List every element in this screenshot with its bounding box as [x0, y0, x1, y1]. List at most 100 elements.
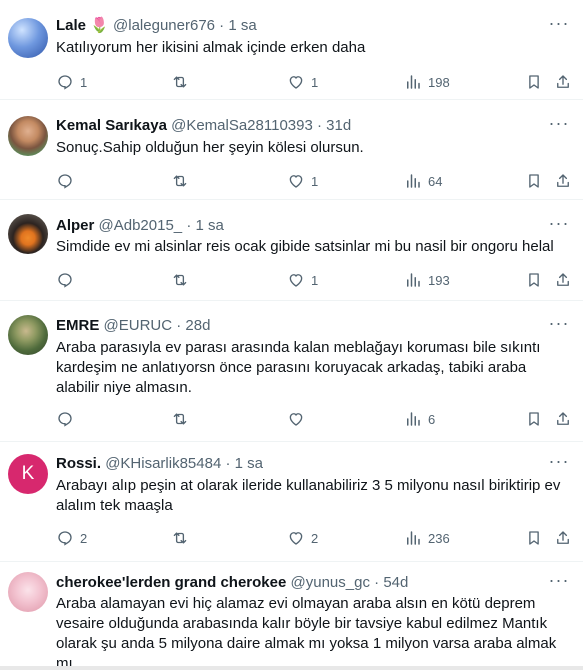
timestamp[interactable]: 28d — [185, 317, 210, 334]
timestamp[interactable]: 1 sa — [196, 217, 224, 234]
display-name[interactable]: Kemal Sarıkaya — [56, 117, 167, 134]
share-button[interactable] — [554, 527, 572, 549]
handle[interactable]: @yunus_gc — [291, 574, 370, 591]
reply-icon — [58, 75, 72, 90]
timestamp[interactable]: 54d — [383, 574, 408, 591]
display-name[interactable]: Lale 🌷 — [56, 17, 109, 34]
timestamp[interactable]: 31d — [326, 117, 351, 134]
share-icon — [557, 75, 569, 88]
display-name[interactable]: Alper — [56, 217, 94, 234]
bookmark-icon — [529, 75, 539, 89]
views-button[interactable]: 198 — [404, 71, 450, 93]
views-count: 6 — [428, 411, 436, 427]
action-bar: 1 1 198 — [52, 71, 577, 93]
more-icon[interactable]: ··· — [547, 314, 571, 336]
retweet-button[interactable] — [171, 527, 195, 549]
more-icon[interactable]: ··· — [547, 571, 571, 593]
action-bar: 6 — [52, 408, 577, 430]
views-count: 193 — [428, 272, 450, 288]
bookmark-button[interactable] — [525, 269, 543, 291]
tweet-header: cherokee'lerden grand cherokee @yunus_gc… — [56, 573, 543, 593]
like-count: 1 — [311, 173, 319, 189]
like-button[interactable]: 1 — [287, 170, 318, 192]
tweet-text: Araba parasıyla ev parası arasında kalan… — [56, 339, 541, 396]
retweet-icon — [173, 413, 187, 425]
timestamp[interactable]: 1 sa — [235, 455, 263, 472]
handle[interactable]: @KemalSa28110393 — [171, 117, 313, 134]
tweet-header: Kemal Sarıkaya @KemalSa28110393 · 31d — [56, 116, 543, 136]
reply-button[interactable]: 2 — [56, 527, 87, 549]
like-button[interactable]: 1 — [287, 269, 318, 291]
tweet[interactable]: K Rossi. @KHisarlik85484 · 1 sa ··· Arab… — [0, 442, 583, 562]
bookmark-icon — [529, 412, 539, 426]
share-icon — [557, 273, 569, 286]
separator-dot: · — [176, 317, 182, 334]
retweet-button[interactable] — [171, 170, 195, 192]
share-button[interactable] — [554, 408, 572, 430]
bookmark-icon — [529, 273, 539, 287]
like-button[interactable] — [287, 408, 311, 430]
like-count: 1 — [311, 272, 319, 288]
avatar[interactable]: K — [8, 454, 48, 494]
views-button[interactable]: 236 — [404, 527, 450, 549]
share-button[interactable] — [554, 269, 572, 291]
separator-dot: · — [374, 574, 380, 591]
views-button[interactable]: 6 — [404, 408, 435, 430]
reply-button[interactable] — [56, 269, 80, 291]
tweet[interactable]: Kemal Sarıkaya @KemalSa28110393 · 31d ··… — [0, 100, 583, 200]
display-name[interactable]: cherokee'lerden grand cherokee — [56, 574, 286, 591]
action-bar: 2 2 236 — [52, 527, 577, 549]
views-count: 64 — [428, 173, 443, 189]
tweet-header: EMRE @EURUC · 28d — [56, 316, 543, 336]
avatar[interactable] — [8, 18, 48, 58]
share-button[interactable] — [554, 71, 572, 93]
views-button[interactable]: 64 — [404, 170, 442, 192]
reply-button[interactable] — [56, 408, 80, 430]
bookmark-button[interactable] — [525, 408, 543, 430]
tweet-text: Sonuç.Sahip olduğun her şeyin kölesi olu… — [56, 139, 364, 156]
tweet-text: Katılıyorum her ikisini almak içinde erk… — [56, 39, 366, 56]
more-icon[interactable]: ··· — [547, 14, 571, 36]
views-icon — [407, 273, 420, 287]
share-icon — [557, 412, 569, 425]
avatar[interactable] — [8, 116, 48, 156]
like-icon — [289, 175, 303, 188]
more-icon[interactable]: ··· — [547, 214, 571, 236]
handle[interactable]: @Adb2015_ — [99, 217, 183, 234]
reply-count: 1 — [80, 74, 88, 90]
more-icon[interactable]: ··· — [547, 114, 571, 136]
retweet-button[interactable] — [171, 71, 195, 93]
share-button[interactable] — [554, 170, 572, 192]
reply-count: 2 — [80, 530, 88, 546]
reply-button[interactable]: 1 — [56, 71, 87, 93]
retweet-icon — [173, 175, 187, 187]
avatar-letter: K — [21, 463, 35, 484]
avatar[interactable] — [8, 572, 48, 612]
reply-button[interactable] — [56, 170, 80, 192]
views-button[interactable]: 193 — [404, 269, 450, 291]
like-icon — [289, 413, 303, 426]
views-icon — [407, 75, 420, 89]
like-button[interactable]: 1 — [287, 71, 318, 93]
views-icon — [407, 174, 420, 188]
timestamp[interactable]: 1 sa — [228, 17, 256, 34]
avatar[interactable] — [8, 315, 48, 355]
handle[interactable]: @KHisarlik85484 — [105, 455, 221, 472]
retweet-button[interactable] — [171, 408, 195, 430]
like-count: 1 — [311, 74, 319, 90]
bookmark-button[interactable] — [525, 170, 543, 192]
retweet-button[interactable] — [171, 269, 195, 291]
tweet[interactable]: Alper @Adb2015_ · 1 sa ··· Simdide ev mi… — [0, 200, 583, 301]
display-name[interactable]: Rossi. — [56, 455, 101, 472]
tweet[interactable]: Lale 🌷 @laleguner676 · 1 sa ··· Katılıyo… — [0, 0, 583, 100]
tweet[interactable]: cherokee'lerden grand cherokee @yunus_gc… — [0, 562, 583, 670]
display-name[interactable]: EMRE — [56, 317, 99, 334]
handle[interactable]: @EURUC — [104, 317, 173, 334]
handle[interactable]: @laleguner676 — [113, 17, 215, 34]
bookmark-button[interactable] — [525, 527, 543, 549]
like-button[interactable]: 2 — [287, 527, 318, 549]
more-icon[interactable]: ··· — [547, 452, 571, 474]
tweet[interactable]: EMRE @EURUC · 28d ··· Araba parasıyla ev… — [0, 301, 583, 442]
avatar[interactable] — [8, 214, 48, 254]
bookmark-button[interactable] — [525, 71, 543, 93]
